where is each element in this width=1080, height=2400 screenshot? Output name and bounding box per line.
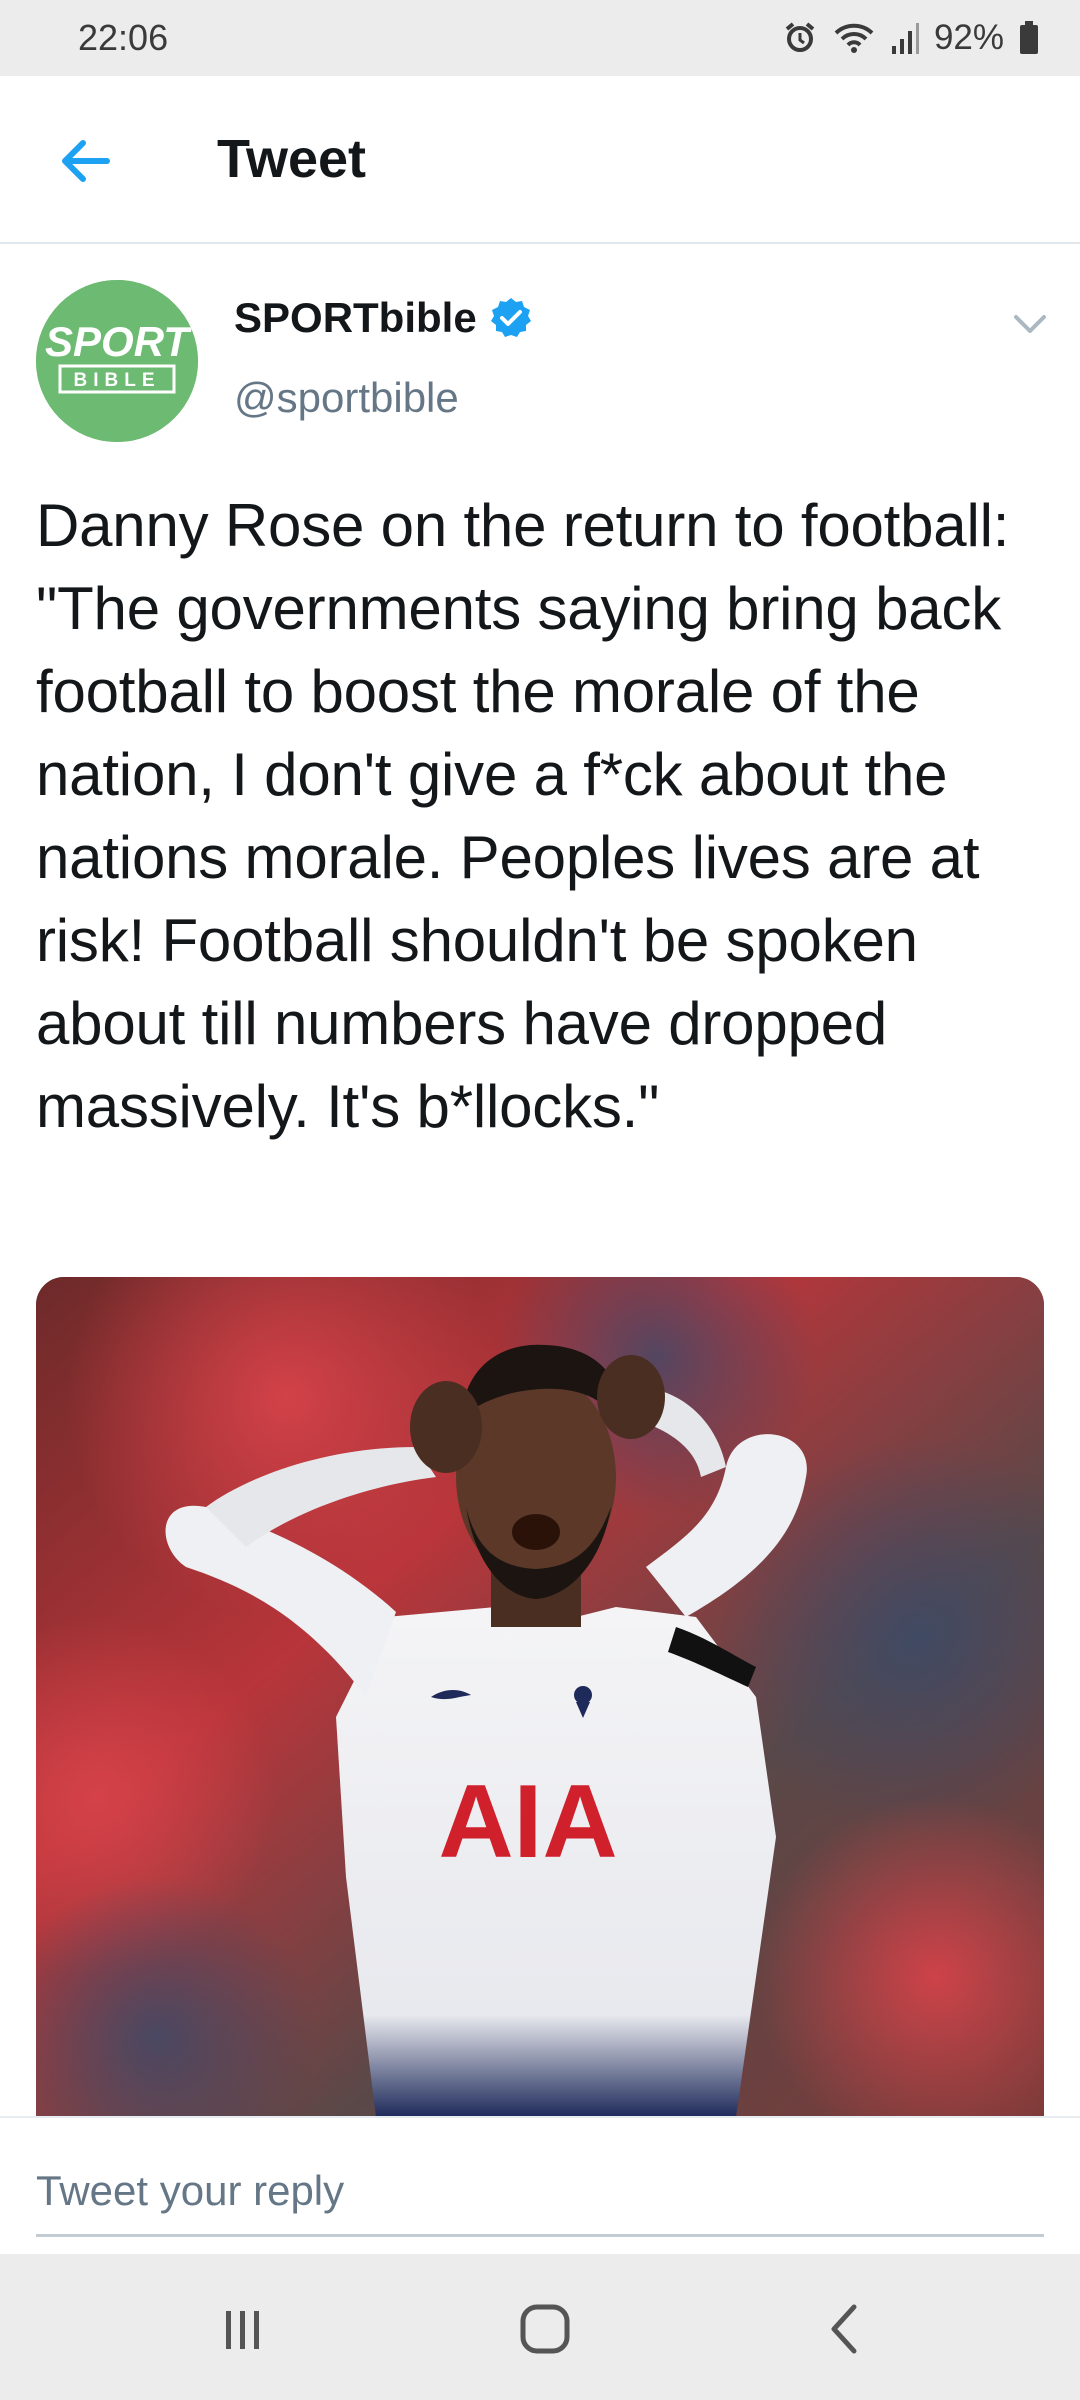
- avatar-logo-text-bottom: BIBLE: [74, 370, 161, 391]
- system-navigation-bar: [0, 2254, 1080, 2400]
- avatar-logo-text-top: SPORT: [45, 318, 192, 365]
- tweet-options-button[interactable]: [1004, 302, 1056, 346]
- author-name[interactable]: SPORTbible: [234, 294, 477, 342]
- home-button[interactable]: [490, 2274, 600, 2384]
- home-icon: [520, 2304, 570, 2354]
- status-icons: 92%: [782, 18, 1040, 58]
- tweet-media-image[interactable]: AIA: [36, 1277, 1044, 2117]
- battery-percentage: 92%: [933, 18, 1004, 57]
- system-back-button[interactable]: [791, 2274, 901, 2384]
- back-icon: [831, 2304, 857, 2354]
- reply-input-underline: [36, 2234, 1044, 2237]
- page-title: Tweet: [217, 129, 367, 189]
- wifi-icon: [832, 20, 876, 56]
- author-name-row[interactable]: SPORTbible: [234, 294, 533, 342]
- recent-apps-icon: [226, 2311, 259, 2349]
- shirt-sponsor-text: AIA: [438, 1764, 617, 1880]
- avatar[interactable]: SPORT BIBLE: [36, 280, 198, 442]
- status-time: 22:06: [78, 17, 169, 58]
- reply-input[interactable]: [36, 2150, 1044, 2232]
- recent-apps-button[interactable]: [187, 2274, 297, 2384]
- status-bar: 22:06 92%: [0, 0, 1080, 76]
- tweet-text: Danny Rose on the return to football: "T…: [36, 492, 1010, 1140]
- tweet-header: Tweet: [0, 76, 1080, 244]
- signal-icon: [890, 20, 920, 56]
- alarm-icon: [782, 20, 818, 56]
- chevron-down-icon: [1014, 315, 1046, 333]
- author-handle[interactable]: @sportbible: [234, 374, 459, 422]
- battery-icon: [1018, 20, 1040, 56]
- back-button[interactable]: [50, 126, 120, 196]
- verified-badge-icon: [490, 298, 531, 337]
- back-arrow-icon: [62, 140, 110, 182]
